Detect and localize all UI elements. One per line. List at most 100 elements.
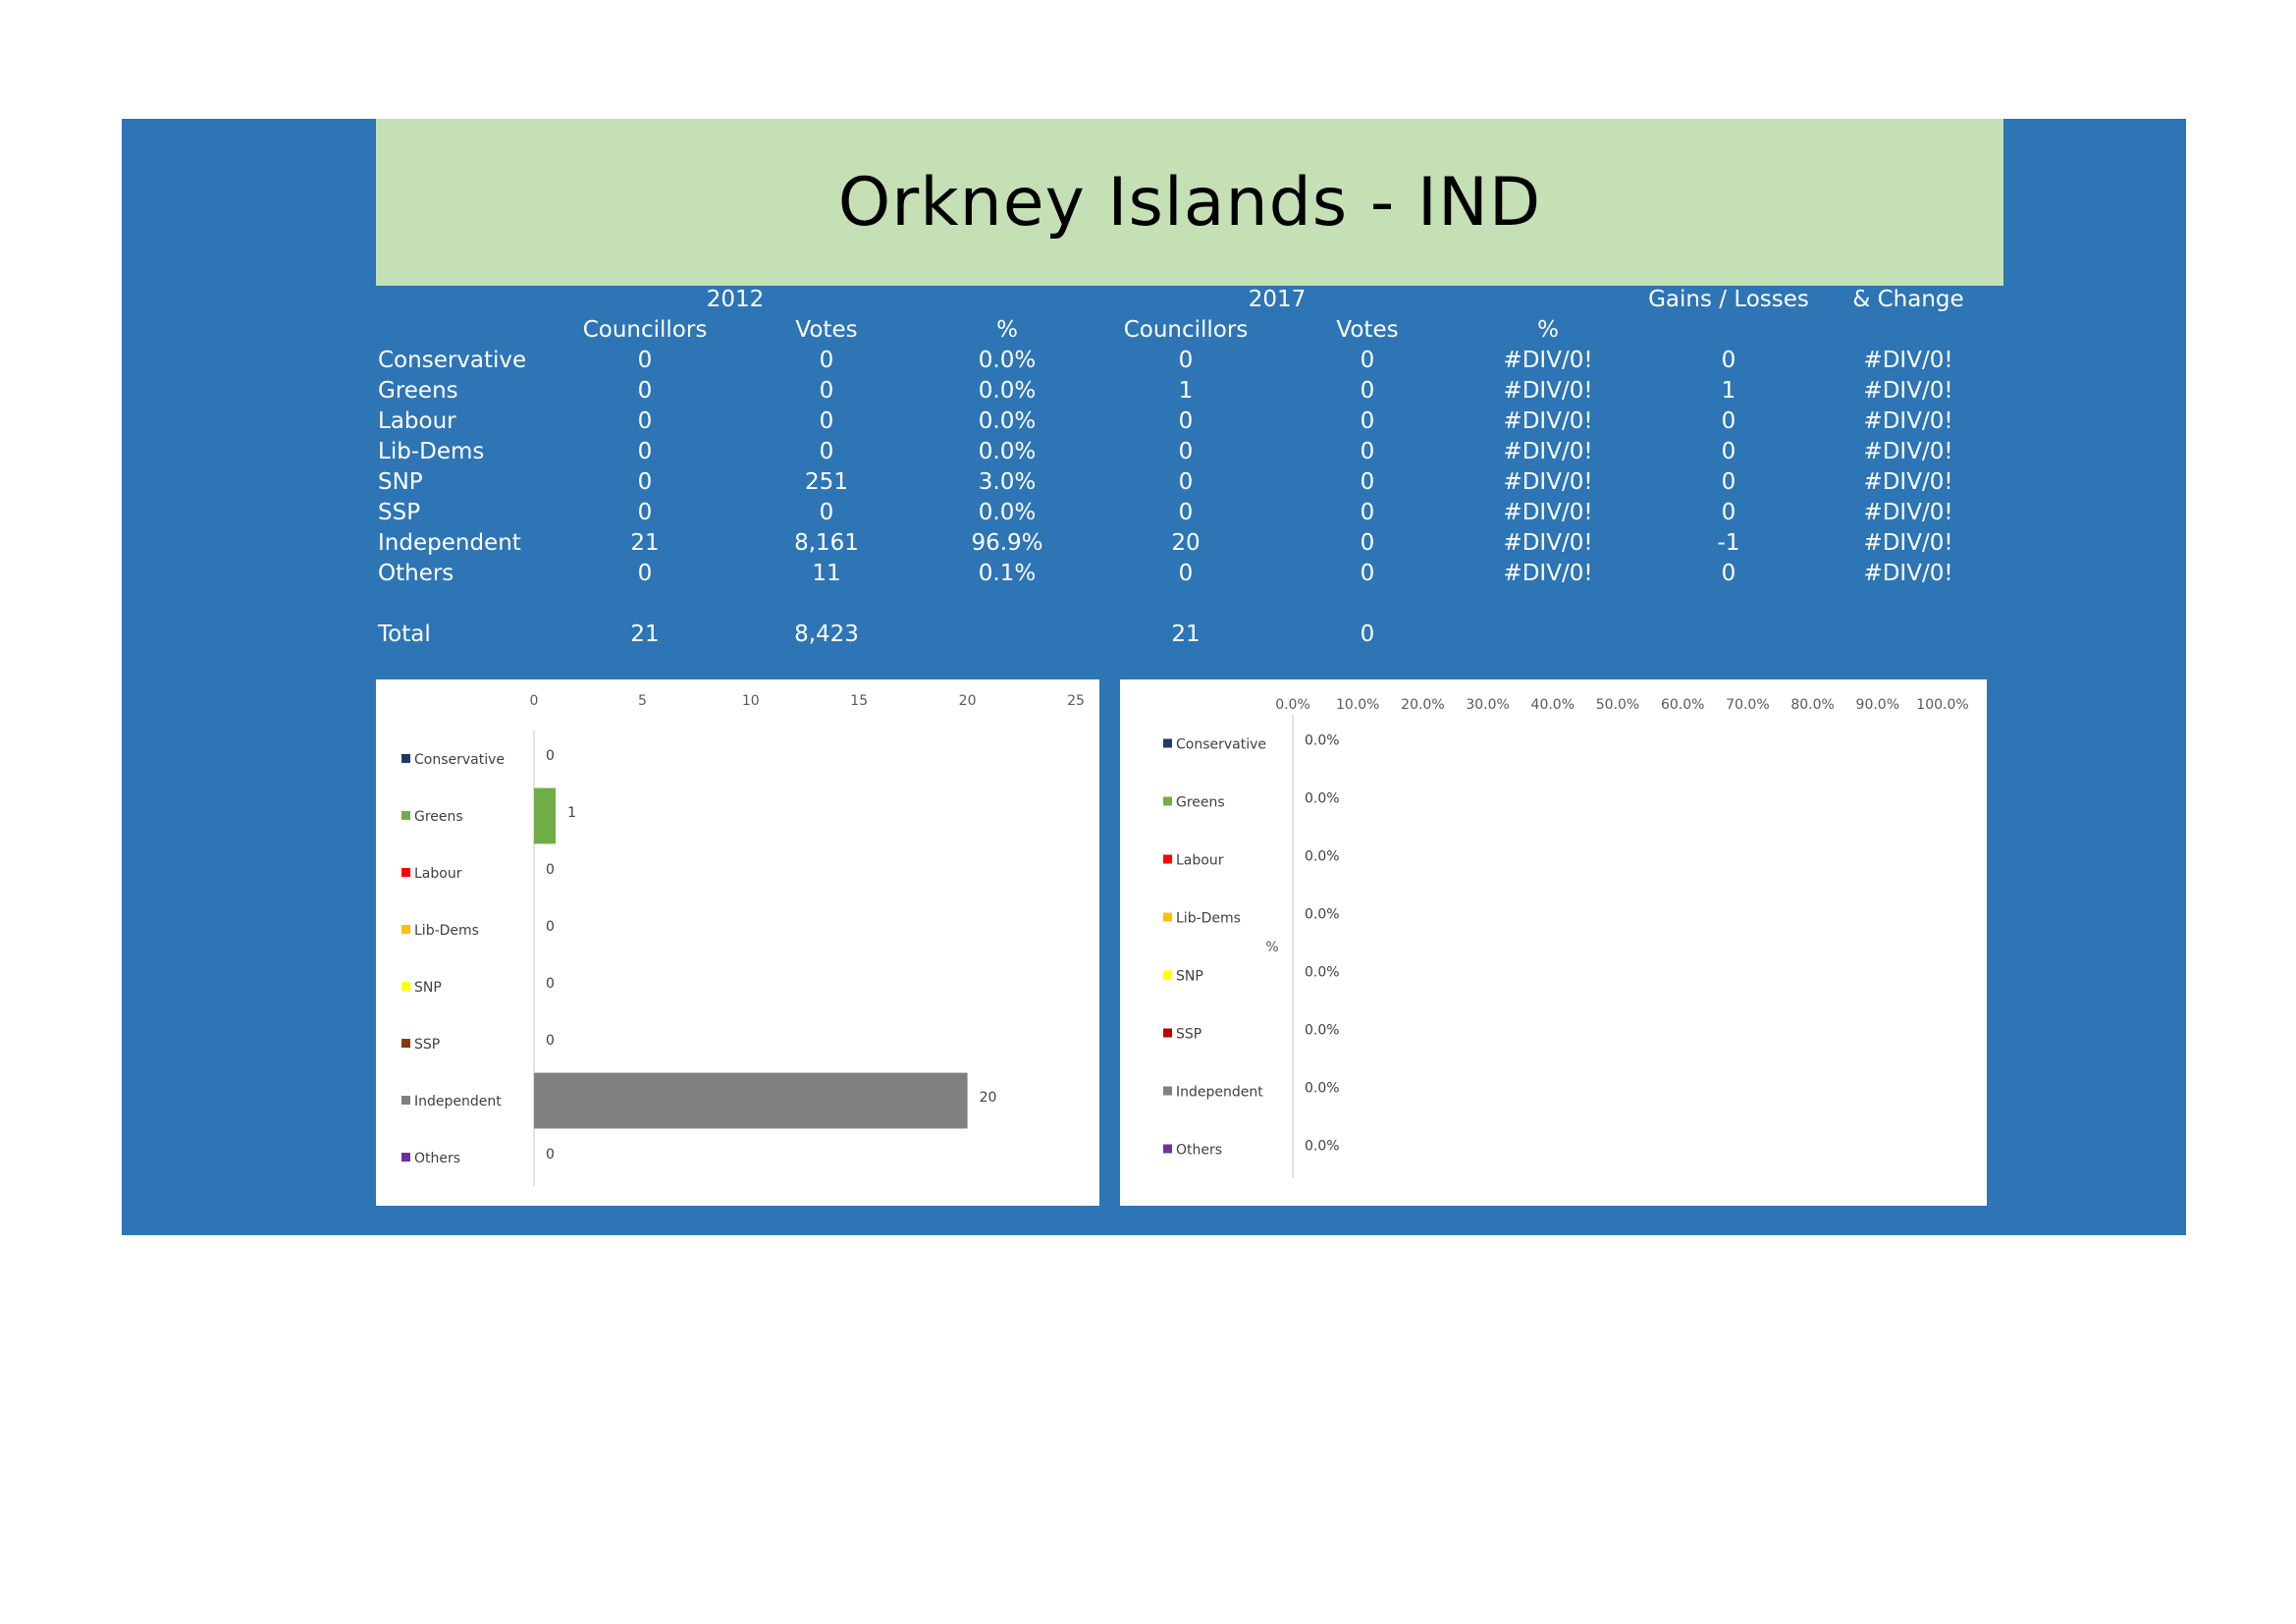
cell-p2017: #DIV/0! bbox=[1503, 439, 1593, 464]
data-label: 0 bbox=[546, 862, 555, 878]
cell-p2012: 0.0% bbox=[978, 378, 1037, 404]
cell-c2017: 0 bbox=[1178, 408, 1194, 434]
cell-v2012: 0 bbox=[819, 378, 834, 404]
data-label: 0 bbox=[546, 1033, 555, 1049]
cell-p2012: 0.0% bbox=[978, 439, 1037, 464]
legend-label: Conservative bbox=[414, 752, 505, 768]
header-councillors-2017: Councillors bbox=[1123, 317, 1249, 343]
cell-p2012: 3.0% bbox=[978, 469, 1037, 495]
cell-v2012: 0 bbox=[819, 500, 834, 525]
cell-v2017: 0 bbox=[1360, 408, 1375, 434]
data-label: 0.0% bbox=[1305, 791, 1340, 807]
header-councillors-2012: Councillors bbox=[582, 317, 708, 343]
party-name: Independent bbox=[378, 530, 521, 556]
total-c2017: 21 bbox=[1171, 622, 1201, 647]
cell-p2017: #DIV/0! bbox=[1503, 378, 1593, 404]
cell-v2017: 0 bbox=[1360, 500, 1375, 525]
total-v2017: 0 bbox=[1360, 622, 1375, 647]
cell-p2017: #DIV/0! bbox=[1503, 408, 1593, 434]
x-tick-label: 80.0% bbox=[1790, 697, 1834, 713]
legend-label: Conservative bbox=[1176, 737, 1266, 753]
x-tick-label: 5 bbox=[638, 693, 647, 709]
cell-v2017: 0 bbox=[1360, 439, 1375, 464]
party-name: Greens bbox=[378, 378, 458, 404]
cell-v2012: 8,161 bbox=[794, 530, 859, 556]
x-tick-label: 15 bbox=[850, 693, 868, 709]
x-tick-label: 0 bbox=[530, 693, 539, 709]
cell-v2012: 251 bbox=[805, 469, 848, 495]
x-tick-label: 70.0% bbox=[1726, 697, 1769, 713]
legend-label: Greens bbox=[1176, 795, 1225, 811]
cell-p2017: #DIV/0! bbox=[1503, 561, 1593, 586]
cell-c2012: 0 bbox=[637, 348, 653, 373]
legend-marker bbox=[1163, 1144, 1172, 1154]
cell-p2017: #DIV/0! bbox=[1503, 500, 1593, 525]
cell-gains: 0 bbox=[1721, 439, 1736, 464]
header-change: & Change bbox=[1852, 287, 1964, 312]
title-banner: Orkney Islands - IND bbox=[376, 119, 2003, 286]
legend-label: Labour bbox=[1176, 853, 1224, 869]
header-pct-2017: % bbox=[1537, 317, 1559, 343]
cell-c2017: 0 bbox=[1178, 561, 1194, 586]
data-label: 0 bbox=[546, 919, 555, 935]
cell-c2017: 0 bbox=[1178, 500, 1194, 525]
cell-c2017: 0 bbox=[1178, 469, 1194, 495]
legend-marker bbox=[1163, 970, 1172, 980]
cell-gains: 0 bbox=[1721, 469, 1736, 495]
header-votes-2017: Votes bbox=[1336, 317, 1399, 343]
header-year-2017: 2017 bbox=[1248, 287, 1307, 312]
x-tick-label: 60.0% bbox=[1661, 697, 1704, 713]
cell-change: #DIV/0! bbox=[1863, 378, 1953, 404]
party-name: Labour bbox=[378, 408, 456, 434]
cell-gains: 1 bbox=[1721, 378, 1736, 404]
cell-p2012: 0.0% bbox=[978, 500, 1037, 525]
legend-label: Lib-Dems bbox=[1176, 911, 1241, 927]
data-label: 20 bbox=[980, 1090, 997, 1106]
councillors-chart: 0 5 10 15 20 25 Conservative 0 Greens 1 Labour 0 Lib… bbox=[376, 679, 1099, 1206]
header-year-2012: 2012 bbox=[706, 287, 765, 312]
legend-label: Independent bbox=[414, 1094, 502, 1110]
councillors-chart-svg: 0 5 10 15 20 25 Conservative 0 Greens 1 Labour 0 Lib… bbox=[401, 693, 1085, 1186]
party-name: Lib-Dems bbox=[378, 439, 485, 464]
cell-v2012: 0 bbox=[819, 408, 834, 434]
legend-marker bbox=[401, 982, 410, 991]
cell-v2017: 0 bbox=[1360, 348, 1375, 373]
legend-marker bbox=[401, 868, 410, 877]
cell-p2017: #DIV/0! bbox=[1503, 469, 1593, 495]
bar bbox=[534, 1072, 968, 1129]
header-votes-2012: Votes bbox=[795, 317, 858, 343]
party-name: Others bbox=[378, 561, 454, 586]
legend-marker bbox=[401, 1096, 410, 1105]
x-tick-label: 0.0% bbox=[1275, 697, 1310, 713]
page-title: Orkney Islands - IND bbox=[837, 163, 1542, 242]
cell-c2012: 0 bbox=[637, 500, 653, 525]
cell-gains: -1 bbox=[1717, 530, 1740, 556]
cell-gains: 0 bbox=[1721, 408, 1736, 434]
total-v2012: 8,423 bbox=[794, 622, 859, 647]
x-tick-label: 30.0% bbox=[1466, 697, 1509, 713]
cell-p2012: 0.0% bbox=[978, 408, 1037, 434]
cell-change: #DIV/0! bbox=[1863, 439, 1953, 464]
bar bbox=[534, 787, 557, 844]
data-label: 0 bbox=[546, 1147, 555, 1163]
cell-c2012: 0 bbox=[637, 561, 653, 586]
x-tick-label: 40.0% bbox=[1531, 697, 1575, 713]
party-name: SSP bbox=[378, 500, 421, 525]
legend-marker bbox=[1163, 1086, 1172, 1096]
cell-c2012: 0 bbox=[637, 408, 653, 434]
cell-gains: 0 bbox=[1721, 561, 1736, 586]
party-name: Conservative bbox=[378, 348, 527, 373]
total-c2012: 21 bbox=[630, 622, 660, 647]
cell-c2017: 1 bbox=[1178, 378, 1194, 404]
cell-c2012: 21 bbox=[630, 530, 660, 556]
data-label: 0.0% bbox=[1305, 849, 1340, 865]
legend-marker bbox=[401, 925, 410, 934]
cell-p2012: 0.1% bbox=[978, 561, 1037, 586]
cell-c2017: 20 bbox=[1171, 530, 1201, 556]
vote-share-chart-svg: 0.0% 10.0% 20.0% 30.0% 40.0% 50.0% 60.0% 70.0% 8… bbox=[1163, 697, 1969, 1178]
data-label: 0.0% bbox=[1305, 965, 1340, 981]
legend-label: Lib-Dems bbox=[414, 923, 479, 939]
cell-p2012: 96.9% bbox=[971, 530, 1043, 556]
legend-label: Others bbox=[1176, 1143, 1222, 1159]
cell-p2012: 0.0% bbox=[978, 348, 1037, 373]
